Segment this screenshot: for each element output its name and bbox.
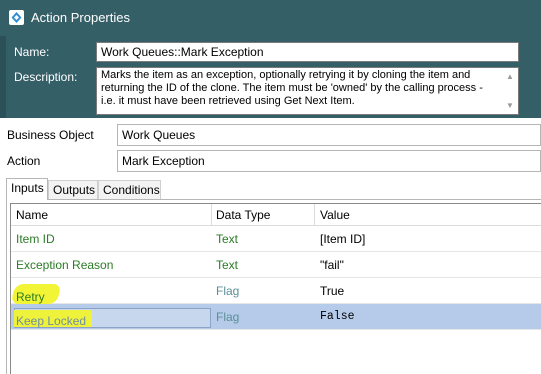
- business-object-label: Business Object: [7, 128, 94, 142]
- table-row[interactable]: Flag True: [11, 278, 541, 304]
- param-value[interactable]: True: [320, 284, 344, 298]
- param-type: Text: [216, 258, 239, 272]
- description-scrollbar[interactable]: ▲ ▼: [503, 68, 518, 114]
- param-value[interactable]: False: [320, 310, 355, 323]
- tab-outputs[interactable]: Outputs: [48, 180, 98, 199]
- action-label: Action: [7, 154, 41, 168]
- param-name: Exception Reason: [16, 258, 114, 272]
- scroll-down-icon[interactable]: ▼: [506, 99, 514, 112]
- param-type: Flag: [216, 284, 240, 298]
- scroll-up-icon[interactable]: ▲: [506, 70, 514, 83]
- column-divider[interactable]: [314, 204, 315, 226]
- description-text: Marks the item as an exception, optional…: [101, 69, 483, 107]
- param-name: Item ID: [16, 232, 55, 246]
- column-header-name[interactable]: Name: [16, 208, 48, 222]
- description-label: Description:: [14, 70, 78, 84]
- column-header-data-type[interactable]: Data Type: [216, 208, 270, 222]
- blue-prism-diamond-icon: [9, 10, 24, 25]
- tab-inputs[interactable]: Inputs: [6, 178, 48, 200]
- column-divider[interactable]: [211, 204, 212, 226]
- table-row[interactable]: Exception Reason Text "fail": [11, 252, 541, 278]
- param-name[interactable]: Keep Locked: [16, 314, 86, 328]
- inputs-grid: Name Data Type Value Item ID Text [Item …: [10, 203, 541, 374]
- business-object-field[interactable]: Work Queues: [117, 124, 541, 146]
- column-header-value[interactable]: Value: [320, 208, 350, 222]
- param-value[interactable]: "fail": [320, 258, 344, 272]
- title-bar: Action Properties: [0, 0, 541, 36]
- action-field[interactable]: Mark Exception: [117, 150, 541, 172]
- table-row[interactable]: Item ID Text [Item ID]: [11, 226, 541, 252]
- name-label: Name:: [14, 45, 50, 59]
- param-name: Retry: [16, 290, 45, 304]
- tab-conditions[interactable]: Conditions: [98, 180, 161, 199]
- param-value[interactable]: [Item ID]: [320, 232, 365, 246]
- action-name-field[interactable]: Work Queues::Mark Exception: [96, 42, 519, 62]
- window-title: Action Properties: [31, 10, 130, 25]
- param-type: Flag: [216, 310, 240, 324]
- param-type: Text: [216, 232, 239, 246]
- grid-header: Name Data Type Value: [11, 204, 541, 226]
- description-field[interactable]: Marks the item as an exception, optional…: [96, 67, 519, 115]
